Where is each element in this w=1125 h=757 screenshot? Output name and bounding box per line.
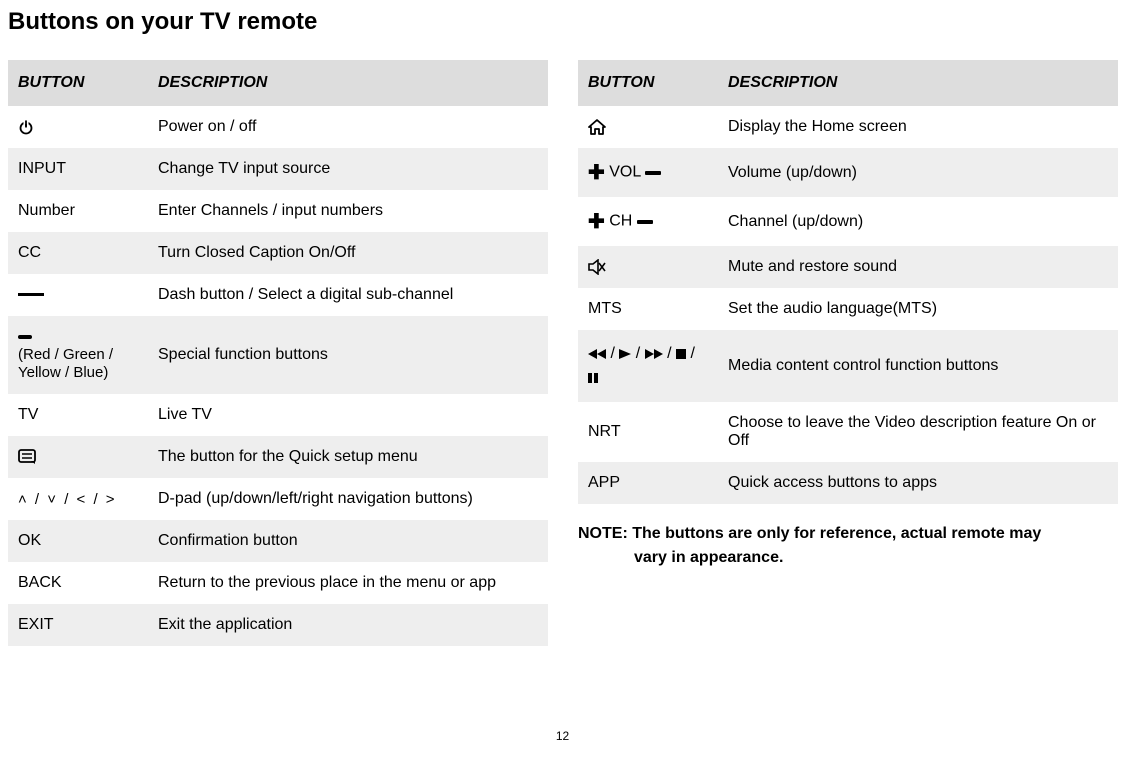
right-column: BUTTON DESCRIPTION Display the Home scre…	[578, 60, 1118, 646]
left-table: BUTTON DESCRIPTION Power on / off INPUT …	[8, 60, 548, 646]
table-row: APP Quick access buttons to apps	[578, 462, 1118, 504]
table-row: BACK Return to the previous place in the…	[8, 562, 548, 604]
play-icon	[619, 349, 631, 359]
header-description: DESCRIPTION	[718, 60, 1118, 106]
desc-cell: Live TV	[148, 394, 548, 436]
vol-label: VOL	[609, 164, 640, 181]
table-row: Power on / off	[8, 106, 548, 148]
minus-icon	[637, 220, 653, 224]
table-row: Display the Home screen	[578, 106, 1118, 148]
ch-label: CH	[609, 213, 632, 230]
table-row: Mute and restore sound	[578, 246, 1118, 288]
button-cell: EXIT	[8, 604, 148, 646]
button-cell: MTS	[578, 288, 718, 330]
desc-cell: Return to the previous place in the menu…	[148, 562, 548, 604]
color-key-icon	[18, 335, 32, 339]
desc-cell: Change TV input source	[148, 148, 548, 190]
desc-cell: Channel (up/down)	[718, 197, 1118, 246]
table-row: The button for the Quick setup menu	[8, 436, 548, 478]
desc-cell: Power on / off	[148, 106, 548, 148]
button-cell: OK	[8, 520, 148, 562]
button-cell: / / / /	[578, 330, 718, 402]
button-cell: TV	[8, 394, 148, 436]
desc-cell: Enter Channels / input numbers	[148, 190, 548, 232]
table-row: ˄ / ˅ / < / > D-pad (up/down/left/right …	[8, 478, 548, 520]
table-row: EXIT Exit the application	[8, 604, 548, 646]
button-cell: NRT	[578, 402, 718, 462]
header-description: DESCRIPTION	[148, 60, 548, 106]
desc-cell: Special function buttons	[148, 316, 548, 394]
color-subtext: (Red / Green / Yellow / Blue)	[18, 346, 113, 381]
table-row: / / / / Media content control function b…	[578, 330, 1118, 402]
desc-cell: Exit the application	[148, 604, 548, 646]
button-cell	[578, 106, 718, 148]
desc-cell: The button for the Quick setup menu	[148, 436, 548, 478]
header-button: BUTTON	[578, 60, 718, 106]
button-cell: APP	[578, 462, 718, 504]
button-cell	[8, 436, 148, 478]
button-cell	[8, 274, 148, 316]
table-row: NRT Choose to leave the Video descriptio…	[578, 402, 1118, 462]
desc-cell: Media content control function buttons	[718, 330, 1118, 402]
button-cell	[8, 106, 148, 148]
table-row: Dash button / Select a digital sub-chann…	[8, 274, 548, 316]
desc-cell: Set the audio language(MTS)	[718, 288, 1118, 330]
table-row: Number Enter Channels / input numbers	[8, 190, 548, 232]
desc-cell: Mute and restore sound	[718, 246, 1118, 288]
rewind-icon	[588, 349, 606, 359]
table-row: INPUT Change TV input source	[8, 148, 548, 190]
table-row: TV Live TV	[8, 394, 548, 436]
button-cell: (Red / Green / Yellow / Blue)	[8, 316, 148, 394]
pause-icon	[588, 373, 598, 383]
table-row: ✚ VOL Volume (up/down)	[578, 148, 1118, 197]
desc-cell: Quick access buttons to apps	[718, 462, 1118, 504]
table-row: CC Turn Closed Caption On/Off	[8, 232, 548, 274]
quick-menu-icon	[18, 449, 38, 465]
desc-cell: Volume (up/down)	[718, 148, 1118, 197]
button-cell: ✚ CH	[578, 197, 718, 246]
forward-icon	[645, 349, 663, 359]
desc-cell: Confirmation button	[148, 520, 548, 562]
mute-icon	[588, 259, 606, 275]
page-title: Buttons on your TV remote	[0, 0, 1125, 36]
left-column: BUTTON DESCRIPTION Power on / off INPUT …	[8, 60, 548, 646]
minus-icon	[645, 171, 661, 175]
note-label: NOTE:	[578, 525, 628, 542]
desc-cell: Turn Closed Caption On/Off	[148, 232, 548, 274]
table-row: OK Confirmation button	[8, 520, 548, 562]
right-table: BUTTON DESCRIPTION Display the Home scre…	[578, 60, 1118, 504]
button-cell: BACK	[8, 562, 148, 604]
desc-cell: Display the Home screen	[718, 106, 1118, 148]
stop-icon	[676, 349, 686, 359]
desc-cell: D-pad (up/down/left/right navigation but…	[148, 478, 548, 520]
desc-cell: Dash button / Select a digital sub-chann…	[148, 274, 548, 316]
page-number: 12	[556, 729, 569, 743]
plus-icon: ✚	[588, 162, 605, 184]
note-line1: The buttons are only for reference, actu…	[632, 525, 1041, 542]
button-cell: ˄ / ˅ / < / >	[8, 478, 148, 520]
button-cell: ✚ VOL	[578, 148, 718, 197]
table-row: (Red / Green / Yellow / Blue) Special fu…	[8, 316, 548, 394]
dash-icon	[18, 293, 44, 296]
home-icon	[588, 119, 606, 135]
button-cell: INPUT	[8, 148, 148, 190]
button-cell: Number	[8, 190, 148, 232]
table-row: MTS Set the audio language(MTS)	[578, 288, 1118, 330]
header-button: BUTTON	[8, 60, 148, 106]
button-cell: CC	[8, 232, 148, 274]
table-row: ✚ CH Channel (up/down)	[578, 197, 1118, 246]
desc-cell: Choose to leave the Video description fe…	[718, 402, 1118, 462]
plus-icon: ✚	[588, 211, 605, 233]
note: NOTE: The buttons are only for reference…	[578, 504, 1118, 570]
button-cell	[578, 246, 718, 288]
columns: BUTTON DESCRIPTION Power on / off INPUT …	[0, 36, 1125, 646]
note-line2: vary in appearance.	[578, 546, 1118, 570]
power-icon	[18, 119, 34, 135]
